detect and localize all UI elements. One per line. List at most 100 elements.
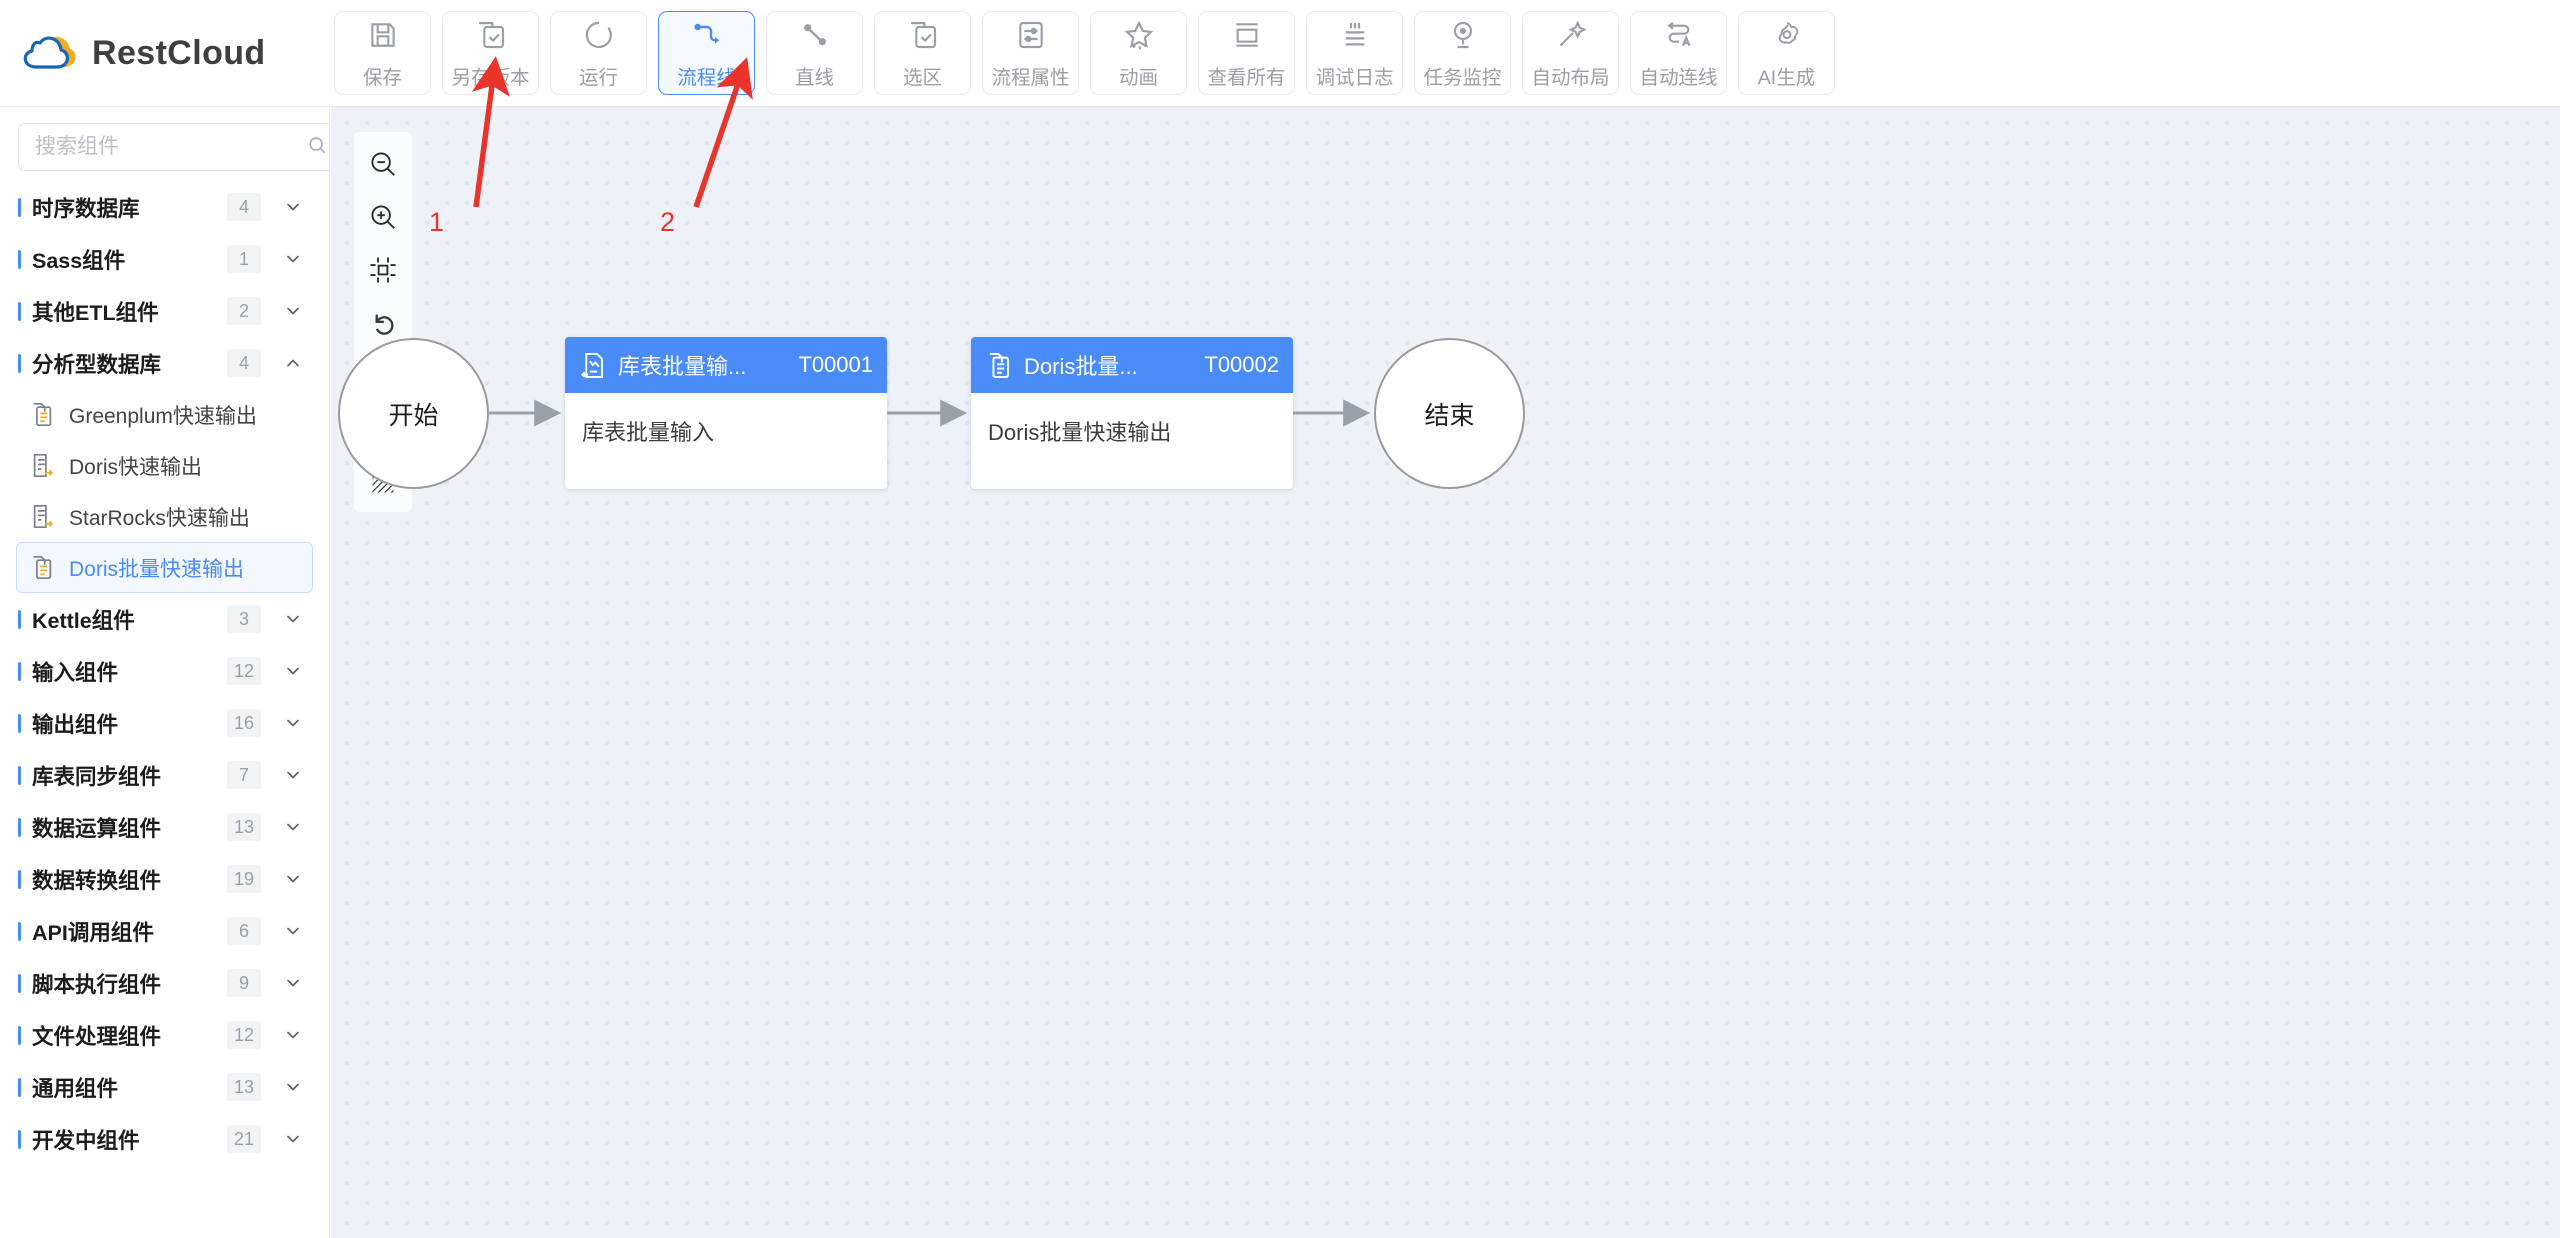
toolbar-button-view-all[interactable]: 查看所有 <box>1198 11 1295 95</box>
toolbar-button-straight-line[interactable]: 直线 <box>766 11 863 95</box>
category-label: 库表同步组件 <box>32 760 227 791</box>
doris-batch-output-icon <box>985 351 1014 380</box>
toolbar-button-flow-line[interactable]: 流程线 <box>658 11 755 95</box>
category-accent-bar <box>18 1026 21 1045</box>
search-icon <box>306 134 328 161</box>
category-count: 16 <box>227 709 261 737</box>
chevron-down-icon[interactable] <box>283 1077 303 1097</box>
category-label: 开发中组件 <box>32 1124 227 1155</box>
ai-generate-icon <box>1768 16 1806 54</box>
toolbar-label: 任务监控 <box>1423 61 1501 90</box>
toolbar-label: 运行 <box>579 61 618 90</box>
zoom-in-icon[interactable] <box>363 197 403 237</box>
search-box[interactable] <box>18 123 330 171</box>
chevron-down-icon[interactable] <box>283 817 303 837</box>
node-id: T00002 <box>1204 352 1279 378</box>
start-node-label: 开始 <box>388 396 438 432</box>
fit-content-icon[interactable] <box>363 250 403 290</box>
category-count: 6 <box>227 917 261 945</box>
flow-canvas[interactable]: 开始 库表批量输... T00001 库表批量输入 <box>331 107 2560 1238</box>
category-count: 2 <box>227 297 261 325</box>
toolbar-label: 流程属性 <box>991 61 1069 90</box>
toolbar-button-save[interactable]: 保存 <box>334 11 431 95</box>
sidebar-category-3[interactable]: 分析型数据库4 <box>0 337 329 389</box>
flow-node-T00001[interactable]: 库表批量输... T00001 库表批量输入 <box>565 337 887 489</box>
sidebar-category-12[interactable]: 文件处理组件12 <box>0 1009 329 1061</box>
category-label: API调用组件 <box>32 916 227 947</box>
sidebar-category-9[interactable]: 数据转换组件19 <box>0 853 329 905</box>
sidebar-component-item[interactable]: Doris快速输出 <box>16 440 313 491</box>
sidebar-search-row <box>0 107 329 181</box>
sidebar-component-item[interactable]: StarRocks快速输出 <box>16 491 313 542</box>
category-count: 1 <box>227 245 261 273</box>
category-label: 分析型数据库 <box>32 348 227 379</box>
chevron-down-icon[interactable] <box>283 765 303 785</box>
undo-icon[interactable] <box>363 303 403 343</box>
chevron-down-icon[interactable] <box>283 301 303 321</box>
toolbar-label: 动画 <box>1119 61 1158 90</box>
category-label: 数据转换组件 <box>32 864 227 895</box>
sidebar-category-10[interactable]: API调用组件6 <box>0 905 329 957</box>
debug-log-icon <box>1336 16 1374 54</box>
flow-properties-icon <box>1012 16 1050 54</box>
sidebar-category-4[interactable]: Kettle组件3 <box>0 593 329 645</box>
chevron-down-icon[interactable] <box>283 869 303 889</box>
toolbar-button-auto-connect[interactable]: 自动连线 <box>1630 11 1727 95</box>
selection-icon <box>904 16 942 54</box>
toolbar-button-selection[interactable]: 选区 <box>874 11 971 95</box>
sidebar-category-5[interactable]: 输入组件12 <box>0 645 329 697</box>
sidebar-category-14[interactable]: 开发中组件21 <box>0 1113 329 1165</box>
category-count: 4 <box>227 349 261 377</box>
toolbar-button-save-as-version[interactable]: 另存版本 <box>442 11 539 95</box>
chevron-down-icon[interactable] <box>283 249 303 269</box>
toolbar-button-flow-properties[interactable]: 流程属性 <box>982 11 1079 95</box>
flow-line-icon <box>688 16 726 54</box>
node-body-label: 库表批量输入 <box>565 393 887 447</box>
end-node[interactable]: 结束 <box>1374 338 1525 489</box>
category-label: Sass组件 <box>32 244 227 275</box>
chevron-down-icon[interactable] <box>283 713 303 733</box>
category-count: 13 <box>227 813 261 841</box>
toolbar-label: 调试日志 <box>1315 61 1393 90</box>
toolbar-label: 直线 <box>795 61 834 90</box>
search-input[interactable] <box>35 135 306 159</box>
component-item-label: Greenplum快速输出 <box>69 400 257 430</box>
sidebar-category-1[interactable]: Sass组件1 <box>0 233 329 285</box>
sidebar-component-item[interactable]: Greenplum快速输出 <box>16 389 313 440</box>
toolbar-button-debug-log[interactable]: 调试日志 <box>1306 11 1403 95</box>
category-count: 9 <box>227 969 261 997</box>
chevron-down-icon[interactable] <box>283 661 303 681</box>
chevron-down-icon[interactable] <box>283 609 303 629</box>
start-node[interactable]: 开始 <box>338 338 489 489</box>
sidebar-component-item[interactable]: Doris批量快速输出 <box>16 542 313 593</box>
category-label: 脚本执行组件 <box>32 968 227 999</box>
category-label: 时序数据库 <box>32 192 227 223</box>
category-accent-bar <box>18 198 21 217</box>
flow-node-T00002[interactable]: Doris批量... T00002 Doris批量快速输出 <box>971 337 1293 489</box>
toolbar-button-task-monitor[interactable]: 任务监控 <box>1414 11 1511 95</box>
toolbar-label: 选区 <box>903 61 942 90</box>
chevron-down-icon[interactable] <box>283 973 303 993</box>
chevron-down-icon[interactable] <box>283 1129 303 1149</box>
doc-arrow-icon <box>29 503 56 530</box>
chevron-down-icon[interactable] <box>283 197 303 217</box>
sidebar-category-8[interactable]: 数据运算组件13 <box>0 801 329 853</box>
category-count: 21 <box>227 1125 261 1153</box>
sidebar-category-11[interactable]: 脚本执行组件9 <box>0 957 329 1009</box>
zoom-out-icon[interactable] <box>363 144 403 184</box>
toolbar-button-animation[interactable]: 动画 <box>1090 11 1187 95</box>
toolbar-button-run[interactable]: 运行 <box>550 11 647 95</box>
toolbar-button-ai-generate[interactable]: AI生成 <box>1738 11 1835 95</box>
chevron-down-icon[interactable] <box>283 921 303 941</box>
sidebar-category-0[interactable]: 时序数据库4 <box>0 181 329 233</box>
sidebar-category-2[interactable]: 其他ETL组件2 <box>0 285 329 337</box>
category-accent-bar <box>18 302 21 321</box>
toolbar-button-auto-layout[interactable]: 自动布局 <box>1522 11 1619 95</box>
chevron-down-icon[interactable] <box>283 1025 303 1045</box>
category-list: 时序数据库4Sass组件1其他ETL组件2分析型数据库4Greenplum快速输… <box>0 181 329 1165</box>
sidebar-category-7[interactable]: 库表同步组件7 <box>0 749 329 801</box>
chevron-up-icon[interactable] <box>283 353 303 373</box>
doc-copy-icon <box>29 554 56 581</box>
sidebar-category-13[interactable]: 通用组件13 <box>0 1061 329 1113</box>
sidebar-category-6[interactable]: 输出组件16 <box>0 697 329 749</box>
